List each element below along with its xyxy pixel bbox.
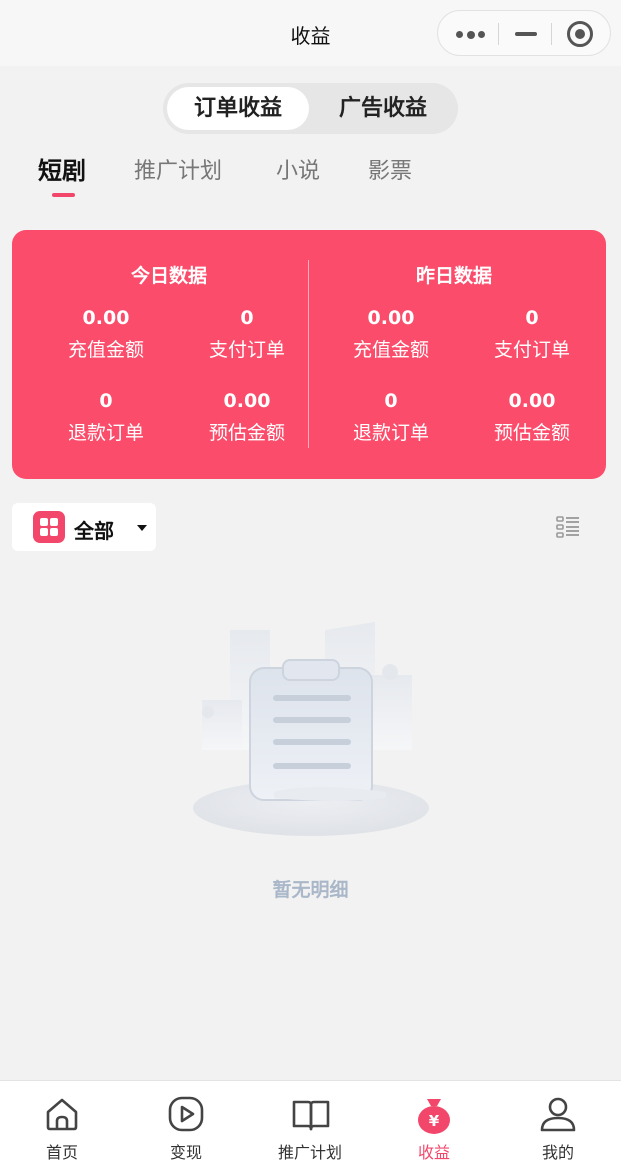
nav-label: 我的 [541,1143,574,1162]
nav-item-mine[interactable]: 我的 [496,1081,620,1170]
stat-label: 充值金额 [67,339,144,361]
user-icon [540,1097,576,1132]
today-recharge-amount: 0.00 充值金额 [36,305,176,362]
stat-label: 支付订单 [208,339,285,361]
yesterday-stats: 昨日数据 0.00 充值金额 0 支付订单 0 退款订单 0.00 预估金额 [309,230,599,479]
mini-program-capsule [437,10,611,56]
nav-label: 变现 [169,1143,202,1162]
yesterday-recharge-amount: 0.00 充值金额 [321,305,461,362]
capsule-divider [551,23,552,45]
stat-label: 支付订单 [493,339,570,361]
nav-item-promotion-plan[interactable]: 推广计划 [248,1081,372,1170]
tab-movie-ticket[interactable]: 影票 [368,153,412,185]
book-icon [292,1100,330,1131]
nav-item-revenue[interactable]: ¥ 收益 [372,1081,496,1170]
caret-down-icon [137,525,147,531]
nav-item-home[interactable]: 首页 [0,1081,124,1170]
title-bar: 收益 [0,0,621,66]
tab-novel[interactable]: 小说 [276,153,320,185]
category-filter-dropdown[interactable]: 全部 [12,503,156,551]
stat-label: 退款订单 [352,422,429,444]
stat-value: 0.00 [223,390,271,412]
more-dots-icon[interactable] [456,30,486,39]
stat-value: 0 [384,390,398,412]
empty-state-text: 暂无明细 [272,879,349,901]
today-stats: 今日数据 0.00 充值金额 0 支付订单 0 退款订单 0.00 预估金额 [24,230,314,479]
home-icon [46,1098,78,1131]
revenue-type-switch: 订单收益 广告收益 [163,83,458,134]
stat-label: 充值金额 [352,339,429,361]
nav-item-monetize[interactable]: 变现 [124,1081,248,1170]
play-circle-icon [168,1096,204,1132]
svg-text:¥: ¥ [429,1112,440,1130]
list-view-icon[interactable] [556,515,580,539]
yesterday-title: 昨日数据 [415,265,492,287]
today-title: 今日数据 [130,265,207,287]
money-bag-icon: ¥ [418,1099,450,1134]
stat-value: 0 [99,390,113,412]
stat-value: 0.00 [508,390,556,412]
filter-label: 全部 [74,519,114,543]
empty-clipboard-illustration [190,620,432,840]
today-paid-orders: 0 支付订单 [177,305,317,362]
grid-apps-icon [33,511,65,543]
nav-label: 收益 [417,1143,450,1162]
stat-label: 预估金额 [208,422,285,444]
segment-ad-revenue[interactable]: 广告收益 [313,87,453,130]
stat-value: 0 [525,307,539,329]
bottom-nav: 首页 变现 推广计划 ¥ 收益 我的 [0,1080,621,1170]
stat-value: 0 [240,307,254,329]
nav-label: 首页 [45,1143,78,1162]
stat-value: 0.00 [367,307,415,329]
today-estimated-amount: 0.00 预估金额 [177,388,317,445]
close-target-icon[interactable] [567,21,593,47]
capsule-divider [498,23,499,45]
stat-value: 0.00 [82,307,130,329]
stats-card: 今日数据 0.00 充值金额 0 支付订单 0 退款订单 0.00 预估金额 昨… [12,230,606,479]
category-tabs: 短剧 推广计划 小说 影票 [0,150,621,200]
today-refund-orders: 0 退款订单 [36,388,176,445]
yesterday-refund-orders: 0 退款订单 [321,388,461,445]
minimize-icon[interactable] [515,32,537,36]
nav-label: 推广计划 [277,1143,342,1162]
yesterday-estimated-amount: 0.00 预估金额 [462,388,602,445]
yesterday-paid-orders: 0 支付订单 [462,305,602,362]
tab-promotion-plan[interactable]: 推广计划 [134,153,222,185]
stat-label: 预估金额 [493,422,570,444]
segment-order-revenue[interactable]: 订单收益 [167,87,309,130]
stat-label: 退款订单 [67,422,144,444]
active-tab-indicator [52,193,75,197]
tab-short-drama[interactable]: 短剧 [38,151,86,186]
